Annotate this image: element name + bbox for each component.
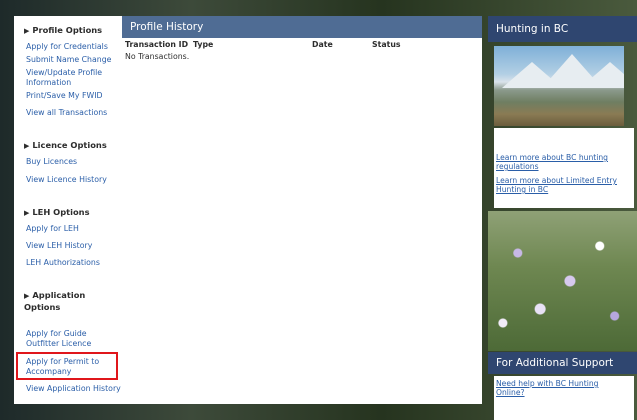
sidebar-link-buy-licences[interactable]: Buy Licences	[26, 157, 122, 167]
triangle-right-icon: ▶	[24, 142, 30, 150]
sidebar-link-print-save-fwid[interactable]: Print/Save My FWID	[26, 91, 122, 101]
additional-support-heading: For Additional Support	[488, 352, 637, 374]
section-heading-application-options: ▶ Application Options	[24, 290, 86, 312]
wildflowers-photo	[488, 211, 637, 351]
hunting-in-bc-heading: Hunting in BC	[488, 16, 637, 42]
landscape-photo	[494, 46, 624, 126]
column-header-date: Date	[312, 40, 333, 49]
sidebar-link-submit-name-change[interactable]: Submit Name Change	[26, 55, 122, 65]
section-heading-licence-options: ▶ Licence Options	[24, 140, 107, 150]
sidebar-link-apply-guide-outfitter[interactable]: Apply for Guide Outfitter Licence	[26, 329, 122, 349]
empty-table-message: No Transactions.	[125, 52, 190, 61]
right-sidebar: Hunting in BC Learn more about BC huntin…	[488, 16, 637, 420]
sidebar-link-leh-authorizations[interactable]: LEH Authorizations	[26, 258, 122, 268]
link-limited-entry-hunting[interactable]: Learn more about Limited Entry Hunting i…	[496, 176, 628, 194]
sidebar-link-view-leh-history[interactable]: View LEH History	[26, 241, 122, 251]
triangle-right-icon: ▶	[24, 292, 30, 300]
sidebar-link-view-all-transactions[interactable]: View all Transactions	[26, 108, 122, 118]
support-box: Need help with BC Hunting Online?	[494, 376, 634, 420]
column-header-status: Status	[372, 40, 401, 49]
links-box: Learn more about BC hunting regulations …	[494, 128, 634, 208]
mountain-shape	[580, 62, 624, 88]
sidebar-link-apply-permit-accompany[interactable]: Apply for Permit to Accompany	[26, 357, 122, 377]
triangle-right-icon: ▶	[24, 209, 30, 217]
sidebar-link-apply-credentials[interactable]: Apply for Credentials	[26, 42, 122, 52]
link-need-help[interactable]: Need help with BC Hunting Online?	[496, 379, 628, 397]
section-heading-profile-options: ▶ Profile Options	[24, 25, 103, 35]
sidebar-link-view-application-history[interactable]: View Application History	[26, 384, 122, 394]
column-header-type: Type	[193, 40, 214, 49]
sidebar-link-view-licence-history[interactable]: View Licence History	[26, 175, 122, 185]
sidebar-link-view-update-profile[interactable]: View/Update Profile Information	[26, 68, 122, 88]
sidebar-link-apply-leh[interactable]: Apply for LEH	[26, 224, 122, 234]
sidebar-nav: ▶ Profile Options Apply for Credentials S…	[14, 16, 123, 404]
triangle-right-icon: ▶	[24, 27, 30, 35]
profile-history-panel: Profile History Transaction ID Type Date…	[122, 16, 482, 404]
panel-title: Profile History	[122, 16, 482, 38]
column-header-transaction-id: Transaction ID	[125, 40, 189, 49]
section-heading-leh-options: ▶ LEH Options	[24, 207, 90, 217]
link-bc-hunting-regulations[interactable]: Learn more about BC hunting regulations	[496, 153, 628, 171]
